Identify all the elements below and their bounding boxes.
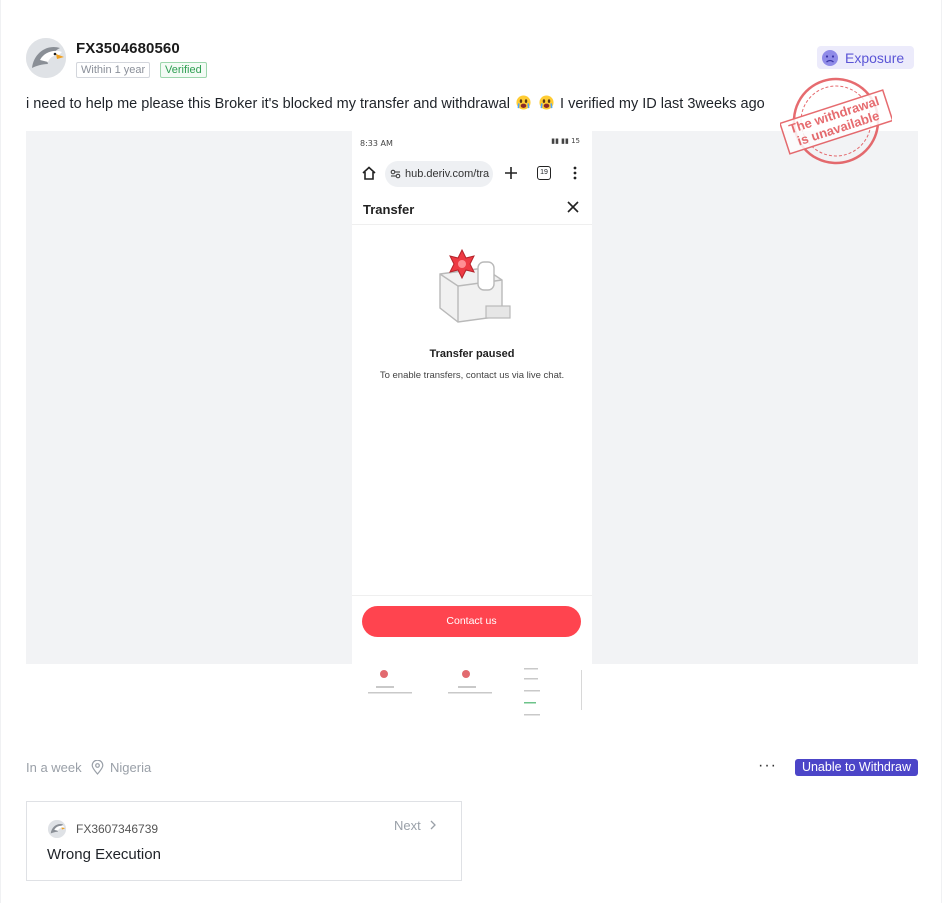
sheet-title: Transfer — [363, 202, 415, 217]
sad-face-icon — [822, 49, 838, 66]
sheet-divider — [352, 595, 592, 596]
post-text-part2: I verified my ID last 3weeks ago — [560, 96, 765, 112]
wallet-locked-illustration — [439, 248, 511, 323]
transfer-paused-title: Transfer paused — [429, 348, 515, 360]
location-text: Nigeria — [110, 760, 152, 775]
browser-bar: hub.deriv.com/tra 19 — [352, 157, 592, 191]
next-post-title[interactable]: Wrong Execution — [47, 846, 161, 863]
crying-emoji-icon-2 — [539, 95, 554, 110]
url-text: hub.deriv.com/tra — [405, 168, 490, 180]
category-badge[interactable]: Unable to Withdraw — [795, 759, 918, 776]
next-post-card[interactable]: FX3607346739 Next Wrong Execution — [26, 801, 462, 881]
sheet-header: Transfer — [352, 193, 592, 225]
exposure-badge[interactable]: Exposure — [817, 46, 914, 69]
home-icon — [362, 166, 376, 180]
post-text-part1: i need to help me please this Broker it'… — [26, 96, 510, 112]
exposure-label: Exposure — [845, 49, 905, 66]
user-avatar[interactable] — [26, 38, 66, 78]
crying-emoji-icon — [516, 95, 531, 110]
username[interactable]: FX3504680560 — [76, 40, 180, 57]
new-tab-icon — [505, 167, 517, 179]
post-time: In a week — [26, 760, 82, 775]
account-age-tag: Within 1 year — [76, 62, 151, 78]
phone-screenshot: 8:33 AM ▮▮ ▮▮ 15 hub.deriv.com/tra 19 Tr… — [352, 131, 592, 664]
post-body: i need to help me please this Broker it'… — [26, 95, 765, 112]
chevron-right-icon[interactable] — [428, 819, 438, 831]
more-vert-icon — [573, 166, 577, 180]
close-icon — [567, 201, 579, 213]
phone-status-bar: 8:33 AM ▮▮ ▮▮ 15 — [352, 131, 592, 153]
contact-us-button: Contact us — [362, 606, 581, 637]
post-location: Nigeria — [91, 760, 151, 775]
next-user-avatar — [48, 820, 66, 838]
location-pin-icon — [91, 760, 104, 775]
withdrawal-unavailable-stamp: The withdrawal is unavailable — [780, 77, 892, 165]
post-detail-page: FX3504680560 Within 1 year Verified Expo… — [0, 0, 942, 903]
verified-tag: Verified — [160, 62, 207, 78]
transfer-paused-description: To enable transfers, contact us via live… — [379, 370, 565, 381]
thumbnail-strip — [352, 664, 592, 726]
status-time: 8:33 AM — [360, 139, 393, 148]
thumbnail-fragments — [368, 668, 582, 716]
next-username: FX3607346739 — [76, 822, 159, 836]
tab-count: 19 — [537, 166, 551, 180]
site-settings-icon — [390, 169, 401, 179]
more-options-button[interactable]: ··· — [758, 757, 777, 775]
next-label[interactable]: Next — [394, 818, 421, 833]
url-bar: hub.deriv.com/tra — [385, 161, 493, 187]
status-icons: ▮▮ ▮▮ 15 — [551, 137, 580, 145]
